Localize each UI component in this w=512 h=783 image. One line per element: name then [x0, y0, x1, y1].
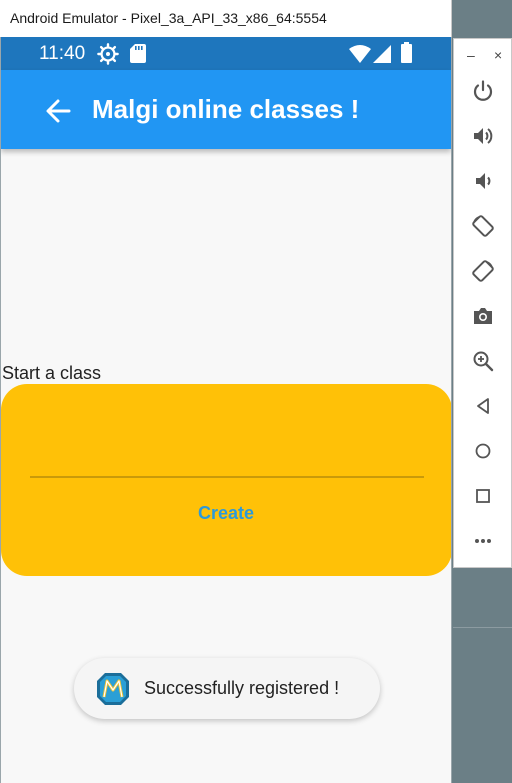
- toast-message: Successfully registered !: [74, 658, 380, 719]
- back-icon[interactable]: [471, 394, 495, 418]
- page-title: Malgi online classes !: [92, 94, 360, 124]
- wifi-icon: [349, 45, 371, 63]
- minimize-button[interactable]: –: [467, 47, 475, 63]
- overview-icon[interactable]: [471, 484, 495, 508]
- class-name-input[interactable]: [30, 424, 424, 478]
- zoom-icon[interactable]: [471, 349, 495, 373]
- volume-up-icon[interactable]: [471, 124, 495, 148]
- phone-screen: 11:40 Malgi online classes ! Start a cla…: [0, 37, 452, 783]
- app-bar: Malgi online classes !: [1, 70, 451, 149]
- status-bar: 11:40: [1, 37, 451, 70]
- create-class-card: Create: [1, 384, 451, 576]
- start-class-label: Start a class: [2, 363, 102, 383]
- volume-down-icon[interactable]: [471, 169, 495, 193]
- power-icon[interactable]: [471, 79, 495, 103]
- gear-icon: [97, 43, 119, 65]
- emulator-title: Android Emulator - Pixel_3a_API_33_x86_6…: [10, 10, 327, 26]
- close-button[interactable]: ×: [494, 47, 502, 63]
- emulator-side-toolbar: – ×: [453, 38, 512, 568]
- app-logo-icon: [97, 673, 129, 705]
- battery-icon: [401, 42, 412, 63]
- toast-text: Successfully registered !: [144, 678, 340, 698]
- camera-icon[interactable]: [471, 304, 495, 328]
- rotate-right-icon[interactable]: [471, 259, 495, 283]
- emulator-title-bar: Android Emulator - Pixel_3a_API_33_x86_6…: [0, 0, 452, 37]
- arrow-back-icon[interactable]: [45, 98, 71, 124]
- status-time: 11:40: [39, 43, 86, 64]
- create-button[interactable]: Create: [176, 496, 276, 530]
- sd-card-icon: [130, 44, 146, 63]
- home-icon[interactable]: [471, 439, 495, 463]
- divider: [453, 627, 512, 628]
- rotate-left-icon[interactable]: [471, 214, 495, 238]
- more-icon[interactable]: [471, 529, 495, 553]
- signal-icon: [373, 45, 391, 63]
